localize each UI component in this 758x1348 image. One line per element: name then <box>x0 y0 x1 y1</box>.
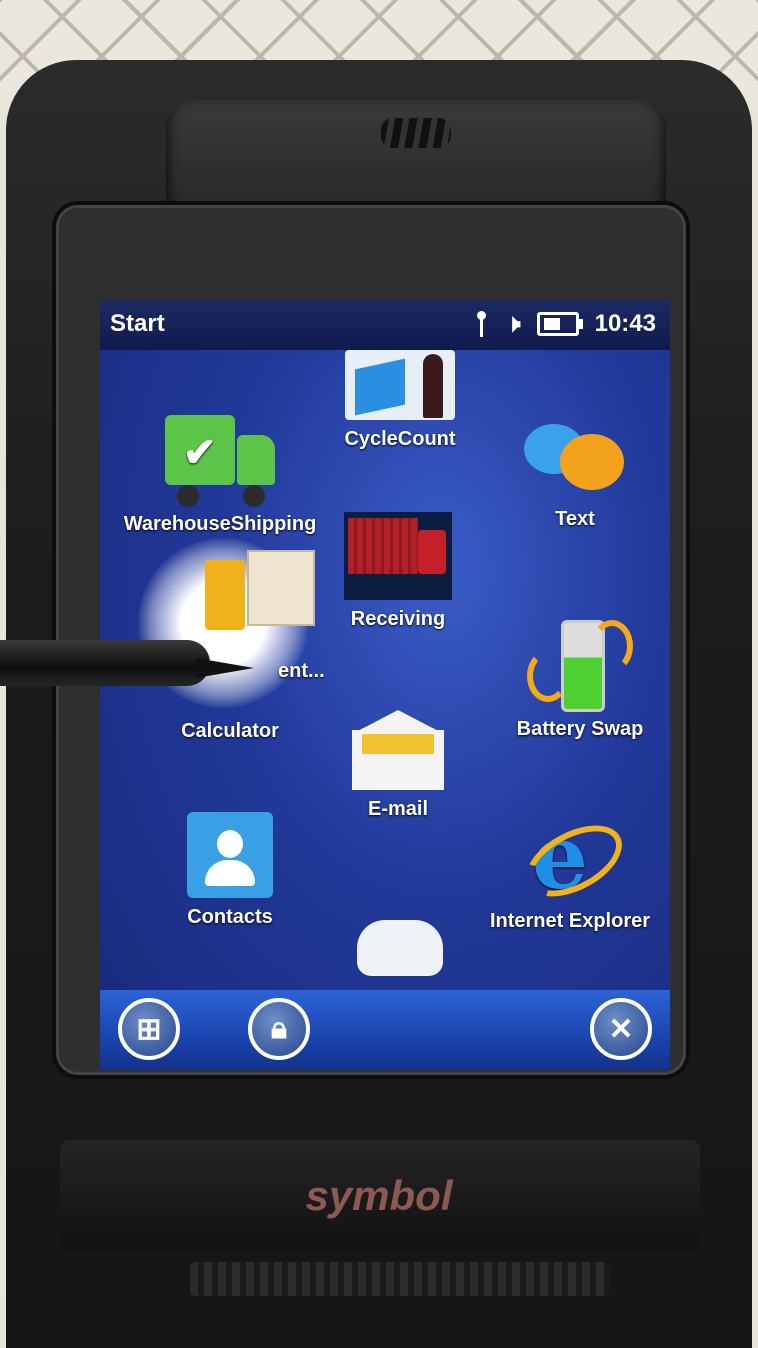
battery-icon[interactable] <box>536 312 583 336</box>
truncated-app-label: ent... <box>278 660 325 682</box>
cyclecount-icon <box>345 350 455 420</box>
clock-time[interactable]: 10:43 <box>595 310 656 338</box>
volume-muted-icon[interactable]: 🕨︎ <box>505 310 520 338</box>
status-icons: 🕨︎ 10:43 <box>473 310 656 338</box>
truck-icon: ✔ <box>165 405 275 507</box>
battery-swap-icon <box>525 610 635 712</box>
close-button[interactable]: ✕ <box>590 998 652 1060</box>
envelope-icon <box>352 710 444 790</box>
internet-explorer-icon: e <box>514 810 634 912</box>
app-label: Contacts <box>187 906 273 928</box>
app-label: WarehouseShipping <box>123 513 317 535</box>
app-text[interactable]: Text <box>510 420 640 531</box>
taskbar: ⊞ 🔒︎ ✕ <box>100 990 670 1070</box>
app-calculator[interactable]: Calculator <box>160 720 300 743</box>
game-controller-icon <box>357 920 443 976</box>
app-games[interactable] <box>352 920 448 984</box>
status-bar: Start 🕨︎ 10:43 <box>100 300 670 350</box>
device-brand-logo: symbol <box>305 1172 453 1219</box>
lock-icon: 🔒︎ <box>271 1012 287 1045</box>
app-battery-swap[interactable]: Battery Swap <box>500 610 660 741</box>
app-cyclecount[interactable]: CycleCount <box>340 350 460 451</box>
app-label: Calculator <box>181 720 279 742</box>
windows-start-button[interactable]: ⊞ <box>118 998 180 1060</box>
close-icon: ✕ <box>608 1012 634 1046</box>
app-email[interactable]: E-mail <box>340 710 456 821</box>
app-contacts[interactable]: Contacts <box>170 812 290 929</box>
forklift-icon <box>205 550 315 640</box>
app-label: CycleCount <box>344 428 456 450</box>
shipping-container-icon <box>344 512 452 600</box>
lock-button[interactable]: 🔒︎ <box>248 998 310 1060</box>
app-label: E-mail <box>367 798 429 820</box>
windows-logo-icon: ⊞ <box>136 1012 162 1046</box>
app-label: Battery Swap <box>516 718 644 740</box>
app-internet-explorer[interactable]: e Internet Explorer <box>480 810 660 933</box>
chat-bubbles-icon <box>520 420 630 500</box>
stylus <box>0 628 258 698</box>
contacts-icon <box>187 812 273 898</box>
app-receiving[interactable]: Receiving <box>336 512 460 631</box>
app-label: Receiving <box>350 608 446 630</box>
signal-icon[interactable] <box>473 311 489 337</box>
app-warehouse-shipping[interactable]: ✔ WarehouseShipping <box>120 405 320 536</box>
speaker-grill <box>381 118 451 148</box>
app-label: Internet Explorer <box>489 910 651 932</box>
device-keypad <box>190 1262 610 1296</box>
start-title[interactable]: Start <box>110 310 165 338</box>
app-label: Text <box>555 508 595 530</box>
